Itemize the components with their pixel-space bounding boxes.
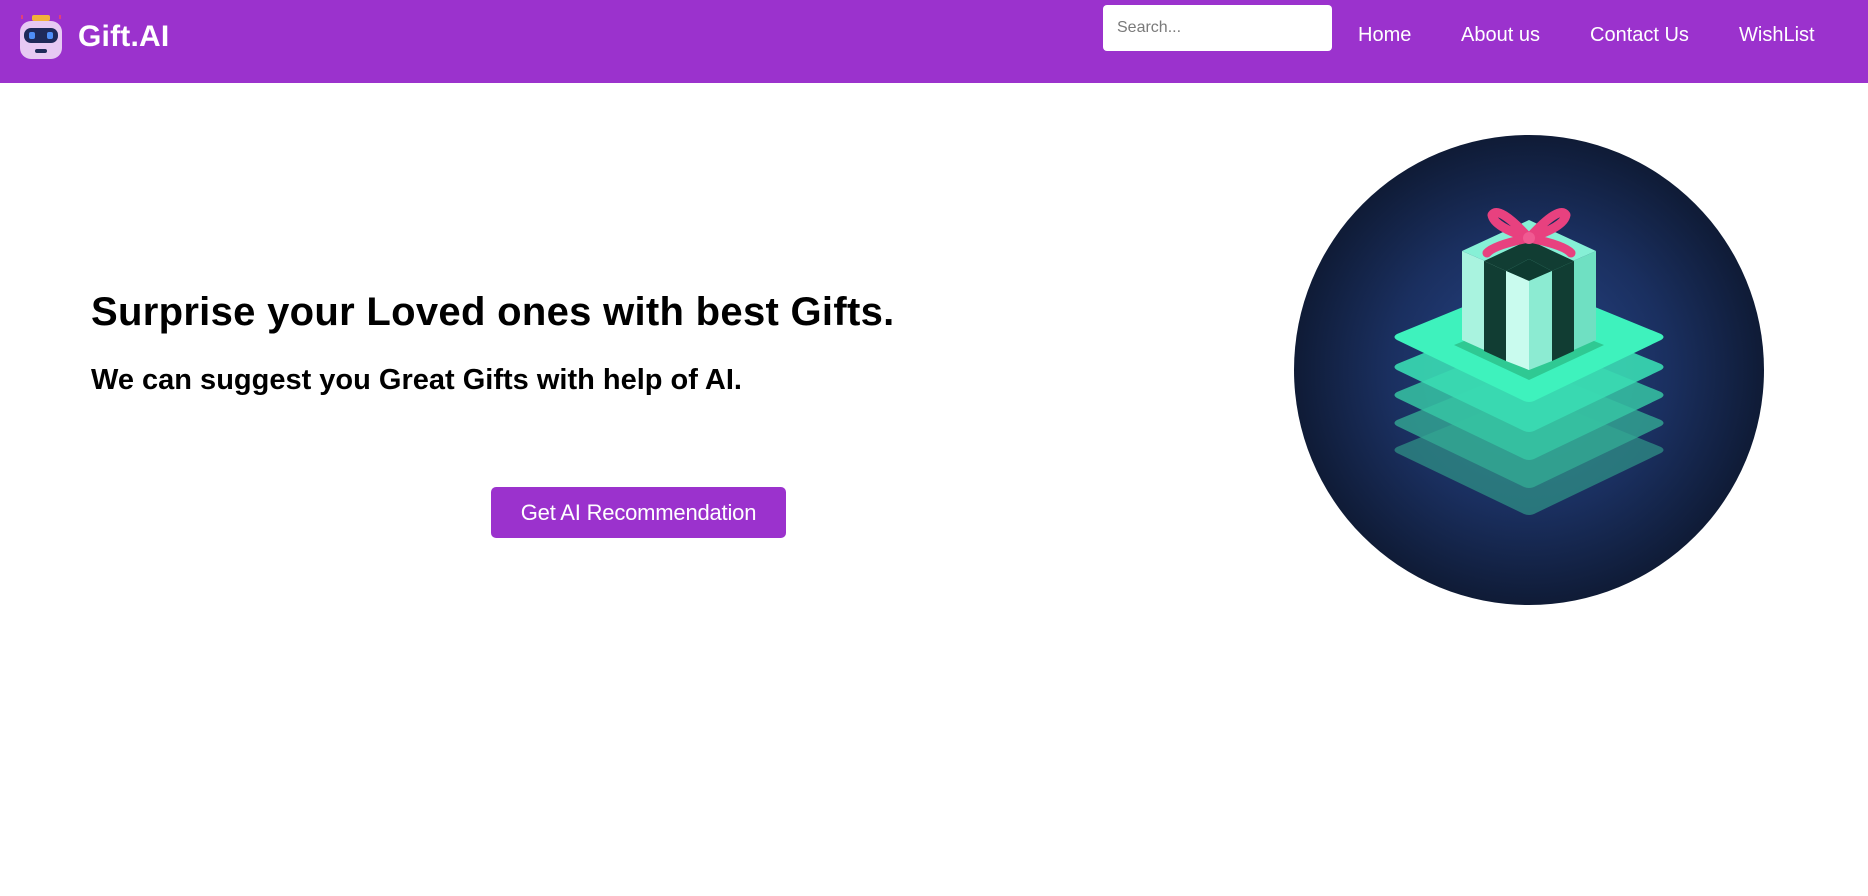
get-ai-recommendation-button[interactable]: Get AI Recommendation [491, 487, 786, 538]
nav-wishlist-link[interactable]: WishList [1739, 24, 1815, 47]
nav-contact-link[interactable]: Contact Us [1590, 24, 1689, 47]
search-input[interactable] [1103, 5, 1332, 51]
top-navbar: Gift.AI Home About us Contact Us WishLis… [0, 0, 1868, 83]
brand[interactable]: Gift.AI [18, 13, 169, 61]
hero-subtitle: We can suggest you Great Gifts with help… [91, 364, 742, 396]
brand-name: Gift.AI [78, 20, 170, 53]
hero-title: Surprise your Loved ones with best Gifts… [91, 290, 895, 334]
nav-about-link[interactable]: About us [1461, 24, 1540, 47]
nav-home-link[interactable]: Home [1358, 24, 1411, 47]
robot-icon [20, 15, 62, 59]
gift-box-illustration [1294, 135, 1764, 605]
